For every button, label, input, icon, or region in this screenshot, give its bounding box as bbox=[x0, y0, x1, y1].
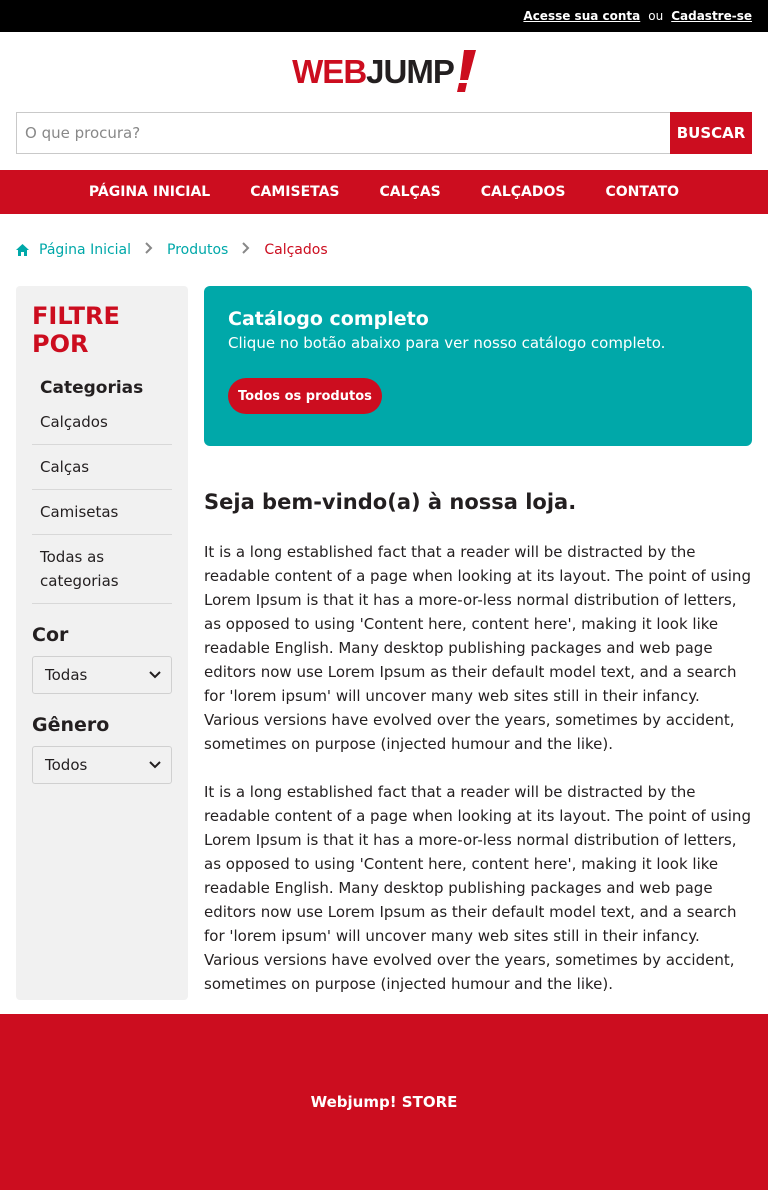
breadcrumb: Página Inicial Produtos Calçados bbox=[0, 214, 768, 286]
logo-text-web: WEB bbox=[292, 53, 367, 90]
catalog-banner: Catálogo completo Clique no botão abaixo… bbox=[204, 286, 752, 446]
chevron-right-icon bbox=[242, 242, 250, 258]
logo-area: WEB JUMP bbox=[0, 32, 768, 112]
footer-text: Webjump! STORE bbox=[310, 1093, 458, 1111]
footer: Webjump! STORE bbox=[0, 1014, 768, 1190]
banner-title: Catálogo completo bbox=[228, 308, 429, 330]
nav-item-contato[interactable]: CONTATO bbox=[606, 184, 680, 200]
gender-filter-heading: Gênero bbox=[32, 714, 110, 736]
logo[interactable]: WEB JUMP bbox=[292, 50, 476, 94]
main-content: Catálogo completo Clique no botão abaixo… bbox=[204, 286, 752, 1020]
body-paragraph: It is a long established fact that a rea… bbox=[204, 783, 751, 993]
gender-select-value: Todos bbox=[45, 756, 88, 774]
signup-link[interactable]: Cadastre-se bbox=[671, 9, 752, 23]
nav-item-camisetas[interactable]: CAMISETAS bbox=[250, 184, 339, 200]
nav-item-calcados[interactable]: CALÇADOS bbox=[481, 184, 566, 200]
login-link[interactable]: Acesse sua conta bbox=[523, 9, 640, 23]
breadcrumb-produtos[interactable]: Produtos bbox=[167, 242, 228, 258]
welcome-heading: Seja bem-vindo(a) à nossa loja. bbox=[204, 490, 577, 514]
chevron-down-icon bbox=[149, 761, 161, 769]
category-item-calcas[interactable]: Calças bbox=[32, 445, 172, 490]
content-area: FILTRE POR Categorias Calçados Calças Ca… bbox=[0, 286, 768, 1020]
color-select-value: Todas bbox=[45, 666, 88, 684]
filter-title: FILTRE POR bbox=[32, 302, 120, 358]
search-input[interactable] bbox=[16, 112, 670, 154]
category-item-todas[interactable]: Todas as categorias bbox=[32, 535, 172, 604]
color-select[interactable]: Todas bbox=[32, 656, 172, 694]
category-item-camisetas[interactable]: Camisetas bbox=[32, 490, 172, 535]
category-item-calcados[interactable]: Calçados bbox=[32, 408, 172, 445]
search-button[interactable]: BUSCAR bbox=[670, 112, 752, 154]
nav-item-calcas[interactable]: CALÇAS bbox=[380, 184, 441, 200]
main-nav: PÁGINA INICIAL CAMISETAS CALÇAS CALÇADOS… bbox=[0, 170, 768, 214]
search-bar: BUSCAR bbox=[16, 112, 752, 154]
nav-item-home[interactable]: PÁGINA INICIAL bbox=[89, 184, 210, 200]
logo-exclamation-icon bbox=[456, 50, 476, 92]
chevron-right-icon bbox=[145, 242, 153, 258]
body-paragraph: It is a long established fact that a rea… bbox=[204, 543, 751, 753]
breadcrumb-current: Calçados bbox=[264, 242, 328, 258]
home-icon[interactable] bbox=[16, 244, 29, 256]
logo-text-jump: JUMP bbox=[366, 53, 455, 90]
top-bar-separator: ou bbox=[648, 9, 664, 23]
all-products-button[interactable]: Todos os produtos bbox=[228, 378, 382, 414]
color-filter-heading: Cor bbox=[32, 624, 69, 646]
breadcrumb-home[interactable]: Página Inicial bbox=[39, 242, 131, 258]
gender-select[interactable]: Todos bbox=[32, 746, 172, 784]
banner-subtitle: Clique no botão abaixo para ver nosso ca… bbox=[228, 334, 666, 352]
filter-sidebar: FILTRE POR Categorias Calçados Calças Ca… bbox=[16, 286, 188, 1000]
top-bar: Acesse sua conta ou Cadastre-se bbox=[0, 0, 768, 32]
categories-heading: Categorias bbox=[40, 378, 144, 398]
chevron-down-icon bbox=[149, 671, 161, 679]
category-list: Calçados Calças Camisetas Todas as categ… bbox=[32, 408, 172, 604]
